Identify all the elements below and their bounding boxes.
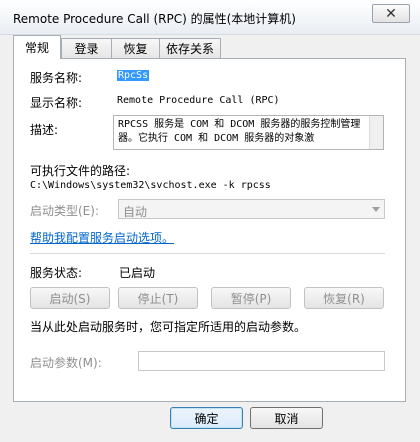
description-text: RPCSS 服务是 COM 和 DCOM 服务器的服务控制管理器。它执行 COM… — [118, 119, 361, 144]
tab-logon[interactable]: 登录 — [61, 38, 112, 58]
service-name-value[interactable]: RpcSs — [117, 70, 150, 81]
startup-type-select[interactable]: 自动 — [118, 199, 385, 219]
cancel-button[interactable]: 取消 — [250, 407, 323, 429]
start-params-label: 启动参数(M): — [30, 356, 102, 370]
tab-dependencies[interactable]: 依存关系 — [159, 38, 221, 58]
start-params-input[interactable] — [138, 351, 385, 371]
ok-button[interactable]: 确定 — [170, 407, 243, 429]
startup-type-value: 自动 — [123, 205, 148, 219]
description-box[interactable]: RPCSS 服务是 COM 和 DCOM 服务器的服务控制管理器。它执行 COM… — [113, 115, 384, 150]
service-status-value: 已启动 — [119, 266, 156, 280]
divider — [30, 253, 385, 254]
exe-path-value[interactable]: C:\Windows\system32\svchost.exe -k rpcss — [30, 180, 271, 191]
description-label: 描述: — [30, 123, 59, 137]
properties-dialog: Remote Procedure Call (RPC) 的属性(本地计算机) ✕… — [0, 0, 420, 442]
close-icon: ✕ — [385, 5, 397, 22]
startup-type-label: 启动类型(E): — [30, 204, 99, 218]
start-button[interactable]: 启动(S) — [30, 287, 110, 309]
display-name-label: 显示名称: — [30, 96, 83, 110]
tab-recovery[interactable]: 恢复 — [111, 38, 160, 58]
pause-button[interactable]: 暂停(P) — [211, 287, 291, 309]
tab-general[interactable]: 常规 — [13, 35, 61, 59]
help-configure-link[interactable]: 帮助我配置服务启动选项。 — [30, 229, 174, 246]
startup-hint-text: 当从此处启动服务时，您可指定所适用的启动参数。 — [30, 320, 307, 334]
exe-path-label: 可执行文件的路径: — [30, 164, 131, 178]
chevron-down-icon — [372, 207, 380, 212]
service-status-label: 服务状态: — [30, 266, 83, 280]
title-bar[interactable]: Remote Procedure Call (RPC) 的属性(本地计算机) ✕ — [0, 0, 420, 35]
window-title: Remote Procedure Call (RPC) 的属性(本地计算机) — [13, 12, 296, 26]
display-name-value[interactable]: Remote Procedure Call (RPC) — [117, 95, 280, 106]
close-button[interactable]: ✕ — [372, 4, 410, 23]
stop-button[interactable]: 停止(T) — [118, 287, 198, 309]
service-name-label: 服务名称: — [30, 71, 83, 85]
description-scrollbar[interactable] — [369, 116, 383, 149]
resume-button[interactable]: 恢复(R) — [304, 287, 384, 309]
